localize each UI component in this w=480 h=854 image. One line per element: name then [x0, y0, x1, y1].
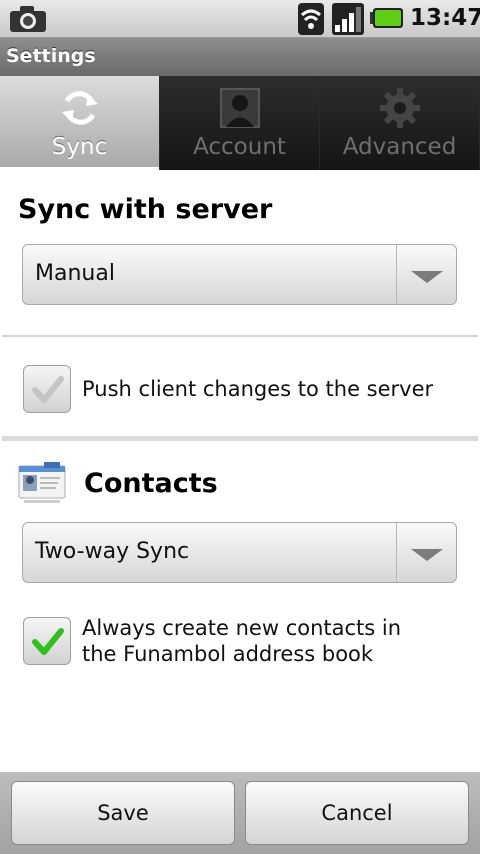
create-contacts-label: Always create new contacts in the Funamb… [82, 615, 401, 667]
status-time: 13:47 [410, 5, 480, 31]
tab-account-label: Account [193, 134, 286, 160]
cancel-button[interactable]: Cancel [245, 781, 469, 845]
divider [2, 335, 478, 337]
tab-bar: Sync Account Advanced [0, 76, 480, 170]
contacts-sync-value: Two-way Sync [35, 539, 190, 564]
section-divider [2, 436, 478, 441]
create-contacts-label-line1: Always create new contacts in [82, 616, 402, 640]
create-contacts-checkbox[interactable] [23, 617, 71, 665]
contacts-heading: Contacts [84, 468, 218, 499]
check-icon [32, 628, 64, 655]
tab-account[interactable]: Account [160, 76, 320, 170]
contacts-sync-dropdown[interactable]: Two-way Sync [22, 522, 457, 583]
tab-sync-label: Sync [51, 134, 108, 160]
sync-heading: Sync with server [18, 194, 273, 225]
account-icon [219, 88, 260, 128]
sync-icon [61, 91, 98, 125]
wifi-icon [298, 3, 324, 35]
status-bar: 13:47 [0, 0, 480, 38]
tab-advanced-label: Advanced [342, 134, 457, 160]
signal-icon [332, 3, 364, 35]
chevron-down-icon [396, 523, 456, 582]
chevron-down-icon [396, 245, 456, 304]
title-bar: Settings [0, 38, 480, 76]
check-icon [32, 376, 64, 403]
page-title: Settings [6, 45, 96, 67]
settings-content: Sync with server Manual Push client chan… [0, 170, 480, 772]
sync-mode-dropdown[interactable]: Manual [22, 244, 457, 305]
contacts-icon [18, 462, 66, 503]
push-changes-label: Push client changes to the server [82, 377, 434, 401]
tab-sync[interactable]: Sync [0, 76, 160, 170]
push-changes-checkbox[interactable] [23, 365, 71, 413]
create-contacts-label-line2: the Funambol address book [82, 642, 374, 666]
gear-icon [379, 88, 420, 128]
battery-icon [370, 8, 403, 28]
camera-icon [10, 6, 46, 32]
sync-mode-value: Manual [35, 261, 115, 286]
button-bar: Save Cancel [0, 772, 480, 854]
tab-advanced[interactable]: Advanced [320, 76, 480, 170]
save-button[interactable]: Save [11, 781, 235, 845]
